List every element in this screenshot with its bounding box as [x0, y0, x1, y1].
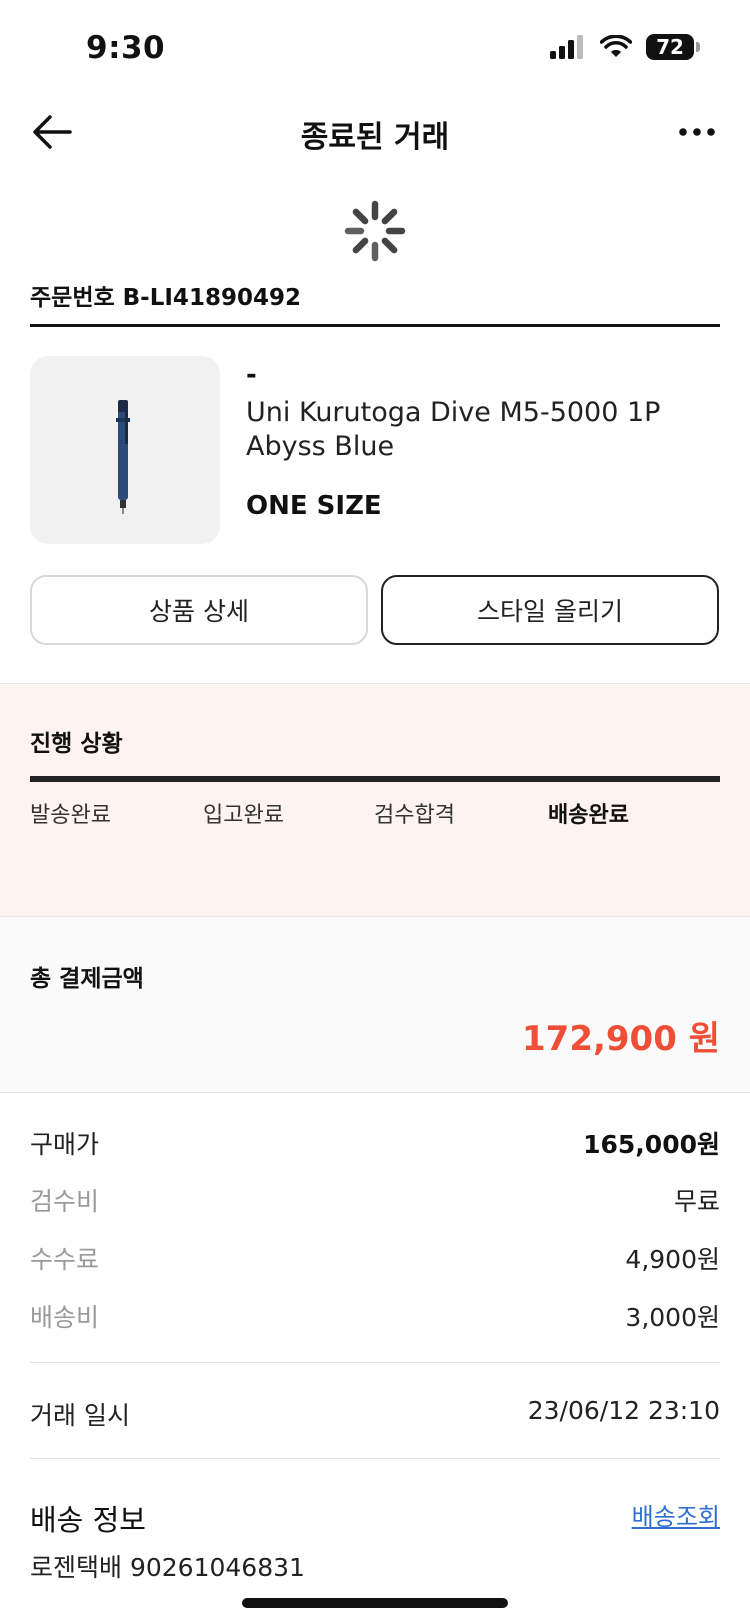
battery-icon: 72	[646, 34, 700, 60]
trade-datetime-label: 거래 일시	[30, 1401, 130, 1430]
total-payment-section: 총 결제금액 172,900 원	[0, 917, 750, 1093]
product-size: ONE SIZE	[246, 491, 382, 521]
shipping-fee-row: 배송비 3,000원	[30, 1298, 720, 1338]
commission-row: 수수료 4,900원	[30, 1240, 720, 1280]
product-name: Uni Kurutoga Dive M5-5000 1P Abyss Blue	[246, 397, 661, 462]
status-time: 9:30	[86, 30, 166, 66]
row-label: 배송비	[30, 1303, 100, 1332]
purchase-price-row: 구매가 165,000원	[30, 1125, 720, 1165]
row-label: 검수비	[30, 1187, 100, 1216]
status-bar: 9:30 72	[0, 0, 750, 100]
track-shipment-link[interactable]: 배송조회	[632, 1497, 720, 1532]
progress-section: 진행 상황 발송완료 입고완료 검수합격 배송완료	[0, 683, 750, 917]
row-label: 구매가	[30, 1130, 100, 1159]
post-style-button[interactable]: 스타일 올리기	[381, 575, 719, 645]
battery-level: 72	[646, 34, 694, 60]
nav-bar: 종료된 거래	[0, 100, 750, 164]
progress-step-shipped: 발송완료	[30, 803, 111, 828]
row-value: 3,000원	[625, 1303, 720, 1332]
row-value: 4,900원	[625, 1245, 720, 1274]
signal-icon	[550, 35, 583, 59]
product-image[interactable]	[30, 356, 220, 544]
row-value: 165,000원	[583, 1130, 720, 1159]
product-detail-button[interactable]: 상품 상세	[30, 575, 368, 645]
page-title: 종료된 거래	[300, 120, 450, 155]
inspection-fee-row: 검수비 무료	[30, 1182, 720, 1222]
battery-tip	[696, 42, 700, 52]
progress-step-inspected: 검수합격	[374, 803, 455, 828]
total-amount: 172,900 원	[522, 1019, 720, 1059]
more-icon[interactable]	[678, 122, 716, 142]
status-icons: 72	[550, 34, 700, 60]
trade-datetime-value: 23/06/12 23:10	[527, 1396, 720, 1425]
progress-title: 진행 상황	[30, 731, 123, 757]
row-value: 무료	[673, 1187, 720, 1216]
divider	[30, 1458, 720, 1459]
order-divider	[30, 324, 720, 327]
divider	[30, 1362, 720, 1363]
product-brand: -	[246, 360, 257, 390]
shipping-info-title: 배송 정보	[30, 1503, 146, 1537]
loading-spinner-icon	[344, 200, 406, 262]
pen-image	[116, 400, 130, 514]
home-indicator	[242, 1598, 508, 1608]
progress-step-received: 입고완료	[203, 803, 284, 828]
shipping-carrier: 로젠택배 90261046831	[30, 1553, 305, 1582]
total-label: 총 결제금액	[30, 966, 144, 992]
progress-bar	[30, 776, 720, 782]
order-number: 주문번호 B-LI41890492	[30, 285, 301, 311]
wifi-icon	[600, 35, 632, 57]
progress-step-delivered: 배송완료	[548, 803, 629, 828]
row-label: 수수료	[30, 1245, 100, 1274]
progress-fill	[30, 776, 720, 782]
